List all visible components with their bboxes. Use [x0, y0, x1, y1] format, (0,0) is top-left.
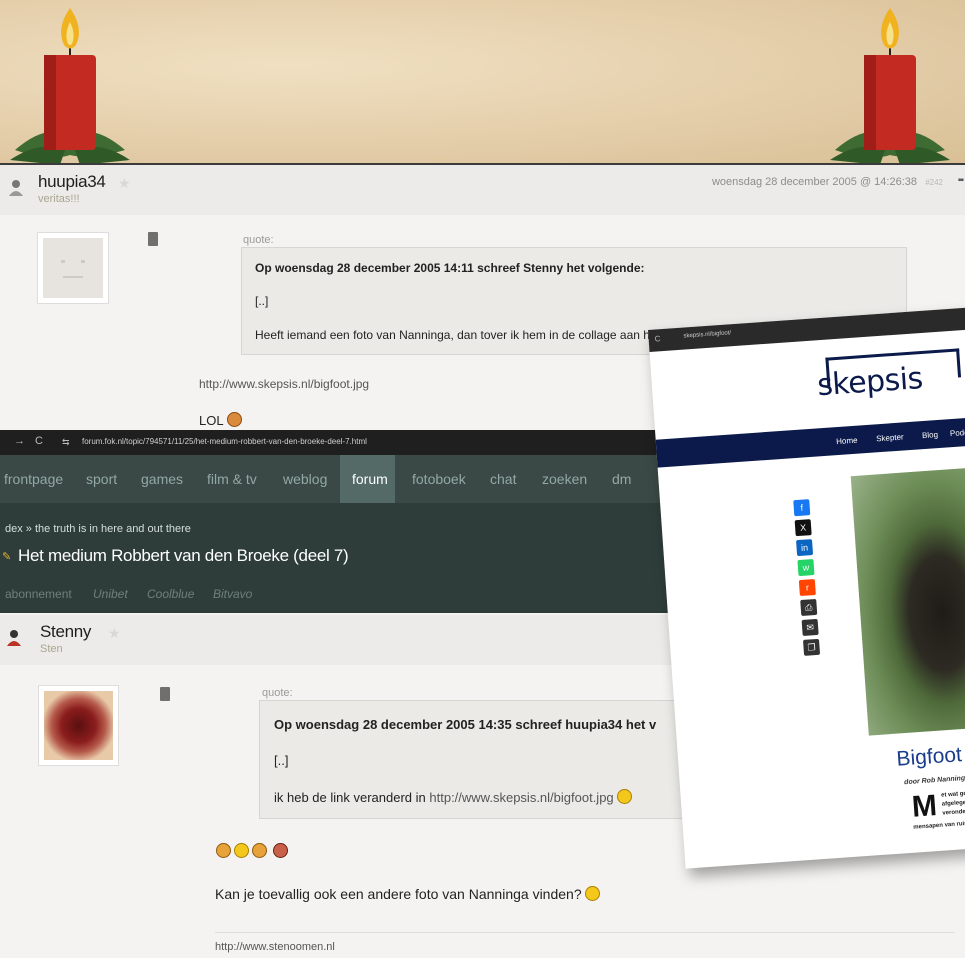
- nav-forum[interactable]: forum: [352, 471, 388, 487]
- quote-title: Op woensdag 28 december 2005 14:11 schre…: [255, 261, 645, 275]
- quote-text: ik heb de link veranderd in http://www.s…: [274, 789, 632, 805]
- post-date: woensdag 28 december 2005 @ 14:26:38: [711, 176, 917, 188]
- print-icon[interactable]: ⎙: [800, 598, 818, 617]
- article-line: verondersteld: [942, 807, 965, 817]
- nav-fotoboek[interactable]: fotoboek: [412, 471, 466, 487]
- sponsor-coolblue[interactable]: Coolblue: [147, 587, 194, 601]
- nav-blog[interactable]: Blog: [922, 430, 939, 440]
- emoji-icon: [216, 843, 231, 858]
- emoji-row: [213, 843, 288, 860]
- user-tagline: Sten: [40, 643, 63, 655]
- quote-link[interactable]: http://www.skepsis.nl/bigfoot.jpg: [429, 790, 613, 805]
- user-tagline: veritas!!!: [38, 193, 80, 205]
- star-icon[interactable]: ★: [108, 625, 121, 642]
- sponsor-unibet[interactable]: Unibet: [93, 587, 128, 601]
- smiley-icon: [584, 886, 600, 901]
- lips-avatar-image: [44, 691, 113, 760]
- post-body: LOL: [199, 412, 242, 428]
- linkedin-share-icon[interactable]: in: [796, 539, 814, 557]
- quote-label: quote:: [262, 687, 293, 699]
- avatar: [38, 685, 119, 766]
- topic-title: Het medium Robbert van den Broeke (deel …: [18, 546, 349, 565]
- site-settings-icon[interactable]: ⇆: [62, 437, 70, 448]
- smiley-icon: [616, 789, 632, 804]
- reload-icon[interactable]: C: [654, 334, 660, 343]
- forward-icon[interactable]: →: [14, 435, 25, 447]
- fok-forum-screenshot: → C ⇆ forum.fok.nl/topic/794571/11/25/he…: [0, 430, 700, 613]
- mobile-icon: [160, 687, 170, 701]
- article-byline[interactable]: door Rob Nanninga: [904, 775, 965, 787]
- signature-divider: [215, 932, 955, 933]
- candle-icon: [10, 8, 130, 165]
- christmas-banner: [0, 0, 965, 165]
- post-header: Stenny Sten ★: [0, 615, 700, 665]
- skepsis-nav: Home Skepter Blog Podc: [655, 416, 965, 468]
- quote-label: quote:: [243, 234, 274, 246]
- post-number[interactable]: #242: [925, 178, 943, 187]
- post-username[interactable]: Stenny: [40, 622, 91, 642]
- facepalm-icon: [273, 843, 288, 858]
- emoji-icon: [252, 843, 267, 858]
- nav-games[interactable]: games: [141, 471, 183, 487]
- candle-icon: [830, 8, 950, 165]
- skepsis-screenshot: C skepsis.nl/bigfoot/ skepsis Home Skept…: [648, 306, 965, 869]
- nav-sport[interactable]: sport: [86, 471, 117, 487]
- copy-icon[interactable]: ❐: [802, 638, 821, 656]
- smiley-icon: [234, 843, 249, 858]
- x-share-icon[interactable]: X: [794, 519, 812, 537]
- quote-ellipsis[interactable]: [..]: [274, 753, 288, 768]
- url-text[interactable]: forum.fok.nl/topic/794571/11/25/het-medi…: [82, 437, 367, 446]
- breadcrumb[interactable]: dex » the truth is in here and out there: [5, 523, 191, 535]
- reddit-share-icon[interactable]: r: [798, 578, 816, 597]
- nav-zoeken[interactable]: zoeken: [542, 471, 587, 487]
- quote-ellipsis[interactable]: [..]: [255, 294, 268, 308]
- bigfoot-photo: [850, 465, 965, 736]
- mobile-icon: [148, 232, 158, 246]
- user-icon: [7, 630, 21, 646]
- nav-home[interactable]: Home: [836, 436, 858, 446]
- article-line: et wat gevoel v: [940, 790, 965, 799]
- star-icon[interactable]: ★: [118, 175, 131, 192]
- nav-chat[interactable]: chat: [490, 471, 516, 487]
- signature-link[interactable]: http://www.stenoomen.nl: [215, 941, 335, 953]
- topic-icon: ✎: [2, 551, 12, 563]
- post-header: huupia34 veritas!!! ★ woensdag 28 decemb…: [0, 165, 965, 215]
- post-menu-icon[interactable]: ▪▪: [958, 175, 964, 186]
- article-line: afgelegen geb: [941, 799, 965, 808]
- nav-weblog[interactable]: weblog: [283, 471, 327, 487]
- avatar-placeholder: [43, 238, 103, 298]
- nav-dm[interactable]: dm: [612, 471, 631, 487]
- nav-skepter[interactable]: Skepter: [876, 432, 904, 443]
- whatsapp-share-icon[interactable]: w: [797, 559, 815, 577]
- nav-podcast[interactable]: Podc: [950, 428, 965, 438]
- nav-film-tv[interactable]: film & tv: [207, 471, 257, 487]
- placeholder-face-icon: [61, 260, 85, 278]
- user-icon: [9, 180, 23, 196]
- skepsis-logo[interactable]: skepsis: [816, 361, 924, 403]
- post-link[interactable]: http://www.skepsis.nl/bigfoot.jpg: [199, 377, 369, 391]
- avatar: [37, 232, 109, 304]
- laugh-smiley-icon: [226, 412, 242, 427]
- mail-icon[interactable]: ✉: [801, 618, 819, 636]
- quote-title: Op woensdag 28 december 2005 14:35 schre…: [274, 717, 657, 732]
- fok-nav: frontpage sport games film & tv weblog f…: [0, 455, 700, 503]
- sponsor-label[interactable]: abonnement: [5, 587, 72, 601]
- facebook-share-icon[interactable]: f: [793, 499, 811, 517]
- browser-address-bar: → C ⇆ forum.fok.nl/topic/794571/11/25/he…: [0, 430, 700, 455]
- dropcap: M: [910, 789, 939, 824]
- post-username[interactable]: huupia34: [38, 172, 106, 192]
- post-body: Kan je toevallig ook een andere foto van…: [215, 886, 600, 902]
- sponsor-bitvavo[interactable]: Bitvavo: [213, 587, 252, 601]
- reload-icon[interactable]: C: [35, 435, 43, 447]
- nav-frontpage[interactable]: frontpage: [4, 471, 63, 487]
- url-text[interactable]: skepsis.nl/bigfoot/: [683, 330, 731, 339]
- article-title: Bigfoot lee: [895, 741, 965, 771]
